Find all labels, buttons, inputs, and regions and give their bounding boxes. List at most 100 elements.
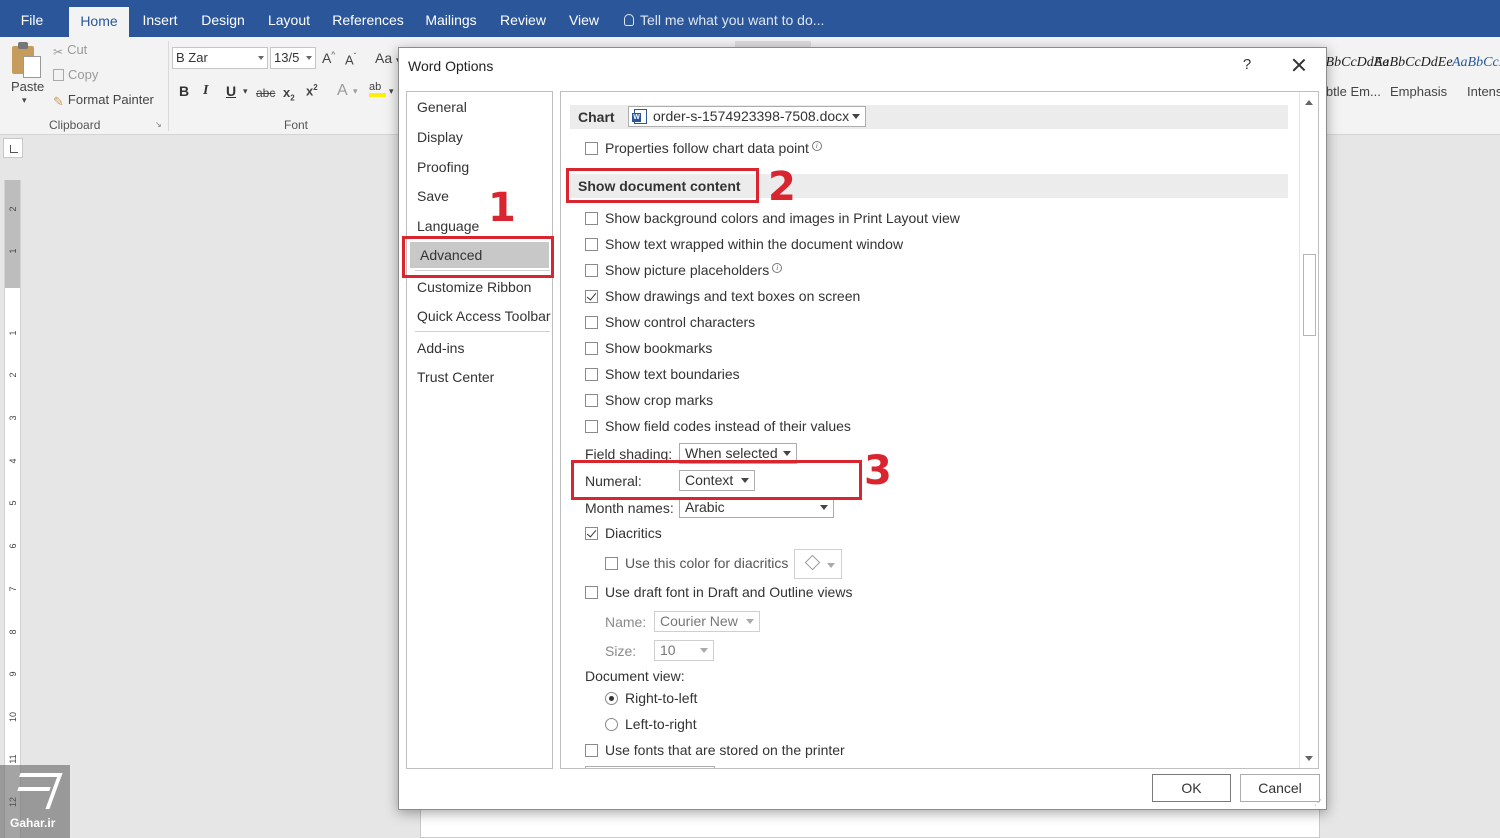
options-scrollbar[interactable] [1299,92,1318,768]
diacritics-color-picker[interactable] [794,549,842,579]
left-to-right-radio[interactable] [605,718,618,731]
tab-home[interactable]: Home [69,7,129,37]
tell-me-box[interactable]: Tell me what you want to do... [624,0,824,37]
ruler-margin-shade [5,180,20,288]
vertical-ruler: 2 1 1 2 3 4 5 6 7 8 9 10 11 12 [4,180,21,838]
chart-section-label: Chart [578,109,615,125]
highlight-icon[interactable]: ab [369,81,386,97]
show-drawings-checkbox[interactable] [585,290,598,303]
style-preview-emphasis[interactable]: AaBbCcDdEe [1374,55,1453,71]
copy-icon [53,69,64,81]
change-case-button[interactable]: Aa ▾ [375,50,401,66]
cut-off-dropdown[interactable] [585,766,715,768]
tab-review[interactable]: Review [496,0,550,37]
draft-font-name-dropdown[interactable]: Courier New [654,611,760,632]
format-painter-button[interactable]: ✎ Format Painter [53,92,154,109]
ruler-label: 4 [8,458,18,464]
show-background-colors-checkbox[interactable] [585,212,598,225]
scroll-down-icon[interactable] [1305,756,1313,761]
tab-references[interactable]: References [330,0,406,37]
text-effects-dropdown-icon[interactable]: ▾ [353,86,358,97]
ruler-label: 10 [8,712,18,723]
info-icon[interactable]: i [772,263,783,273]
properties-follow-label: Properties follow chart data point i [605,139,822,157]
paste-button[interactable]: Paste [11,79,44,94]
clipboard-launcher-icon[interactable]: ↘ [155,120,162,129]
superscript-button[interactable]: x2 [306,83,318,98]
ruler-label: 11 [8,754,18,764]
nav-item-display[interactable]: Display [407,124,552,150]
scroll-up-icon[interactable] [1305,100,1313,105]
show-field-codes-checkbox[interactable] [585,420,598,433]
bold-button[interactable]: B [179,83,189,99]
shrink-font-button[interactable]: Aˇ [345,52,356,67]
text-effects-icon[interactable]: A [337,82,348,100]
properties-follow-checkbox[interactable] [585,142,598,155]
tab-file[interactable]: File [8,0,56,37]
tab-selector[interactable] [3,138,23,158]
nav-item-proofing[interactable]: Proofing [407,154,552,180]
draft-font-name-value: Courier New [660,613,738,629]
paste-icon[interactable] [10,42,42,78]
watermark-logo-icon [7,773,63,809]
underline-dropdown-icon[interactable]: ▾ [243,86,248,97]
subscript-button[interactable]: x2 [283,85,295,103]
right-to-left-radio[interactable] [605,692,618,705]
clipboard-group-label: Clipboard [49,118,101,132]
month-names-value: Arabic [685,499,725,515]
show-bookmarks-checkbox[interactable] [585,342,598,355]
font-name-box[interactable]: B Zar [172,47,268,69]
show-text-wrapped-checkbox[interactable] [585,238,598,251]
show-picture-placeholders-text: Show picture placeholders [605,262,770,278]
annotation-box-show-document-content [566,168,759,203]
ruler-label: 6 [8,543,18,549]
font-size-box[interactable]: 13/5 [270,47,316,69]
close-icon[interactable] [1289,55,1309,75]
cancel-button[interactable]: Cancel [1240,774,1320,802]
show-crop-marks-checkbox[interactable] [585,394,598,407]
ruler-label: 2 [8,372,18,378]
resize-grip-icon[interactable]: ⋰ [1314,798,1322,807]
word-document-icon [632,109,647,124]
draft-font-size-dropdown[interactable]: 10 [654,640,714,661]
word-options-dialog: Word Options ? General Display Proofing … [398,47,1327,810]
nav-item-add-ins[interactable]: Add-ins [407,335,552,361]
use-color-diacritics-checkbox[interactable] [605,557,618,570]
info-icon[interactable]: i [811,141,822,151]
underline-button[interactable]: U [226,83,236,99]
show-picture-placeholders-checkbox[interactable] [585,264,598,277]
grow-font-button[interactable]: A^ [322,50,335,66]
chevron-down-icon [820,505,828,510]
ok-button[interactable]: OK [1152,774,1231,802]
tab-view[interactable]: View [563,0,605,37]
draft-font-name-label: Name: [605,614,647,630]
help-button[interactable]: ? [1239,56,1255,73]
show-text-boundaries-checkbox[interactable] [585,368,598,381]
diacritics-checkbox[interactable] [585,527,598,540]
month-names-dropdown[interactable]: Arabic [679,497,834,518]
tab-layout[interactable]: Layout [262,0,316,37]
tab-insert[interactable]: Insert [137,0,183,37]
cut-button[interactable]: ✂ Cut [53,42,87,59]
paintbrush-icon: ✎ [53,94,64,109]
style-preview-intense[interactable]: AaBbCcDdEe [1452,55,1500,71]
tab-mailings[interactable]: Mailings [420,0,482,37]
italic-button[interactable]: I [203,83,208,99]
nav-item-general[interactable]: General [407,94,552,120]
document-view-label: Document view: [585,668,685,684]
strikethrough-button[interactable]: abc [256,86,275,100]
draft-font-checkbox[interactable] [585,586,598,599]
show-control-characters-checkbox[interactable] [585,316,598,329]
paste-dropdown-icon[interactable]: ▾ [22,95,27,106]
copy-button[interactable]: Copy [53,67,98,82]
nav-item-save[interactable]: Save [407,183,552,209]
copy-label: Copy [68,67,99,82]
chart-document-dropdown[interactable]: order-s-1574923398-7508.docx [628,106,866,127]
tab-design[interactable]: Design [196,0,250,37]
show-picture-placeholders-label: Show picture placeholders i [605,261,783,279]
highlight-dropdown-icon[interactable]: ▾ [389,86,394,97]
printer-fonts-checkbox[interactable] [585,744,598,757]
nav-item-trust-center[interactable]: Trust Center [407,364,552,390]
nav-item-quick-access-toolbar[interactable]: Quick Access Toolbar [407,303,552,329]
scroll-thumb[interactable] [1303,254,1316,336]
